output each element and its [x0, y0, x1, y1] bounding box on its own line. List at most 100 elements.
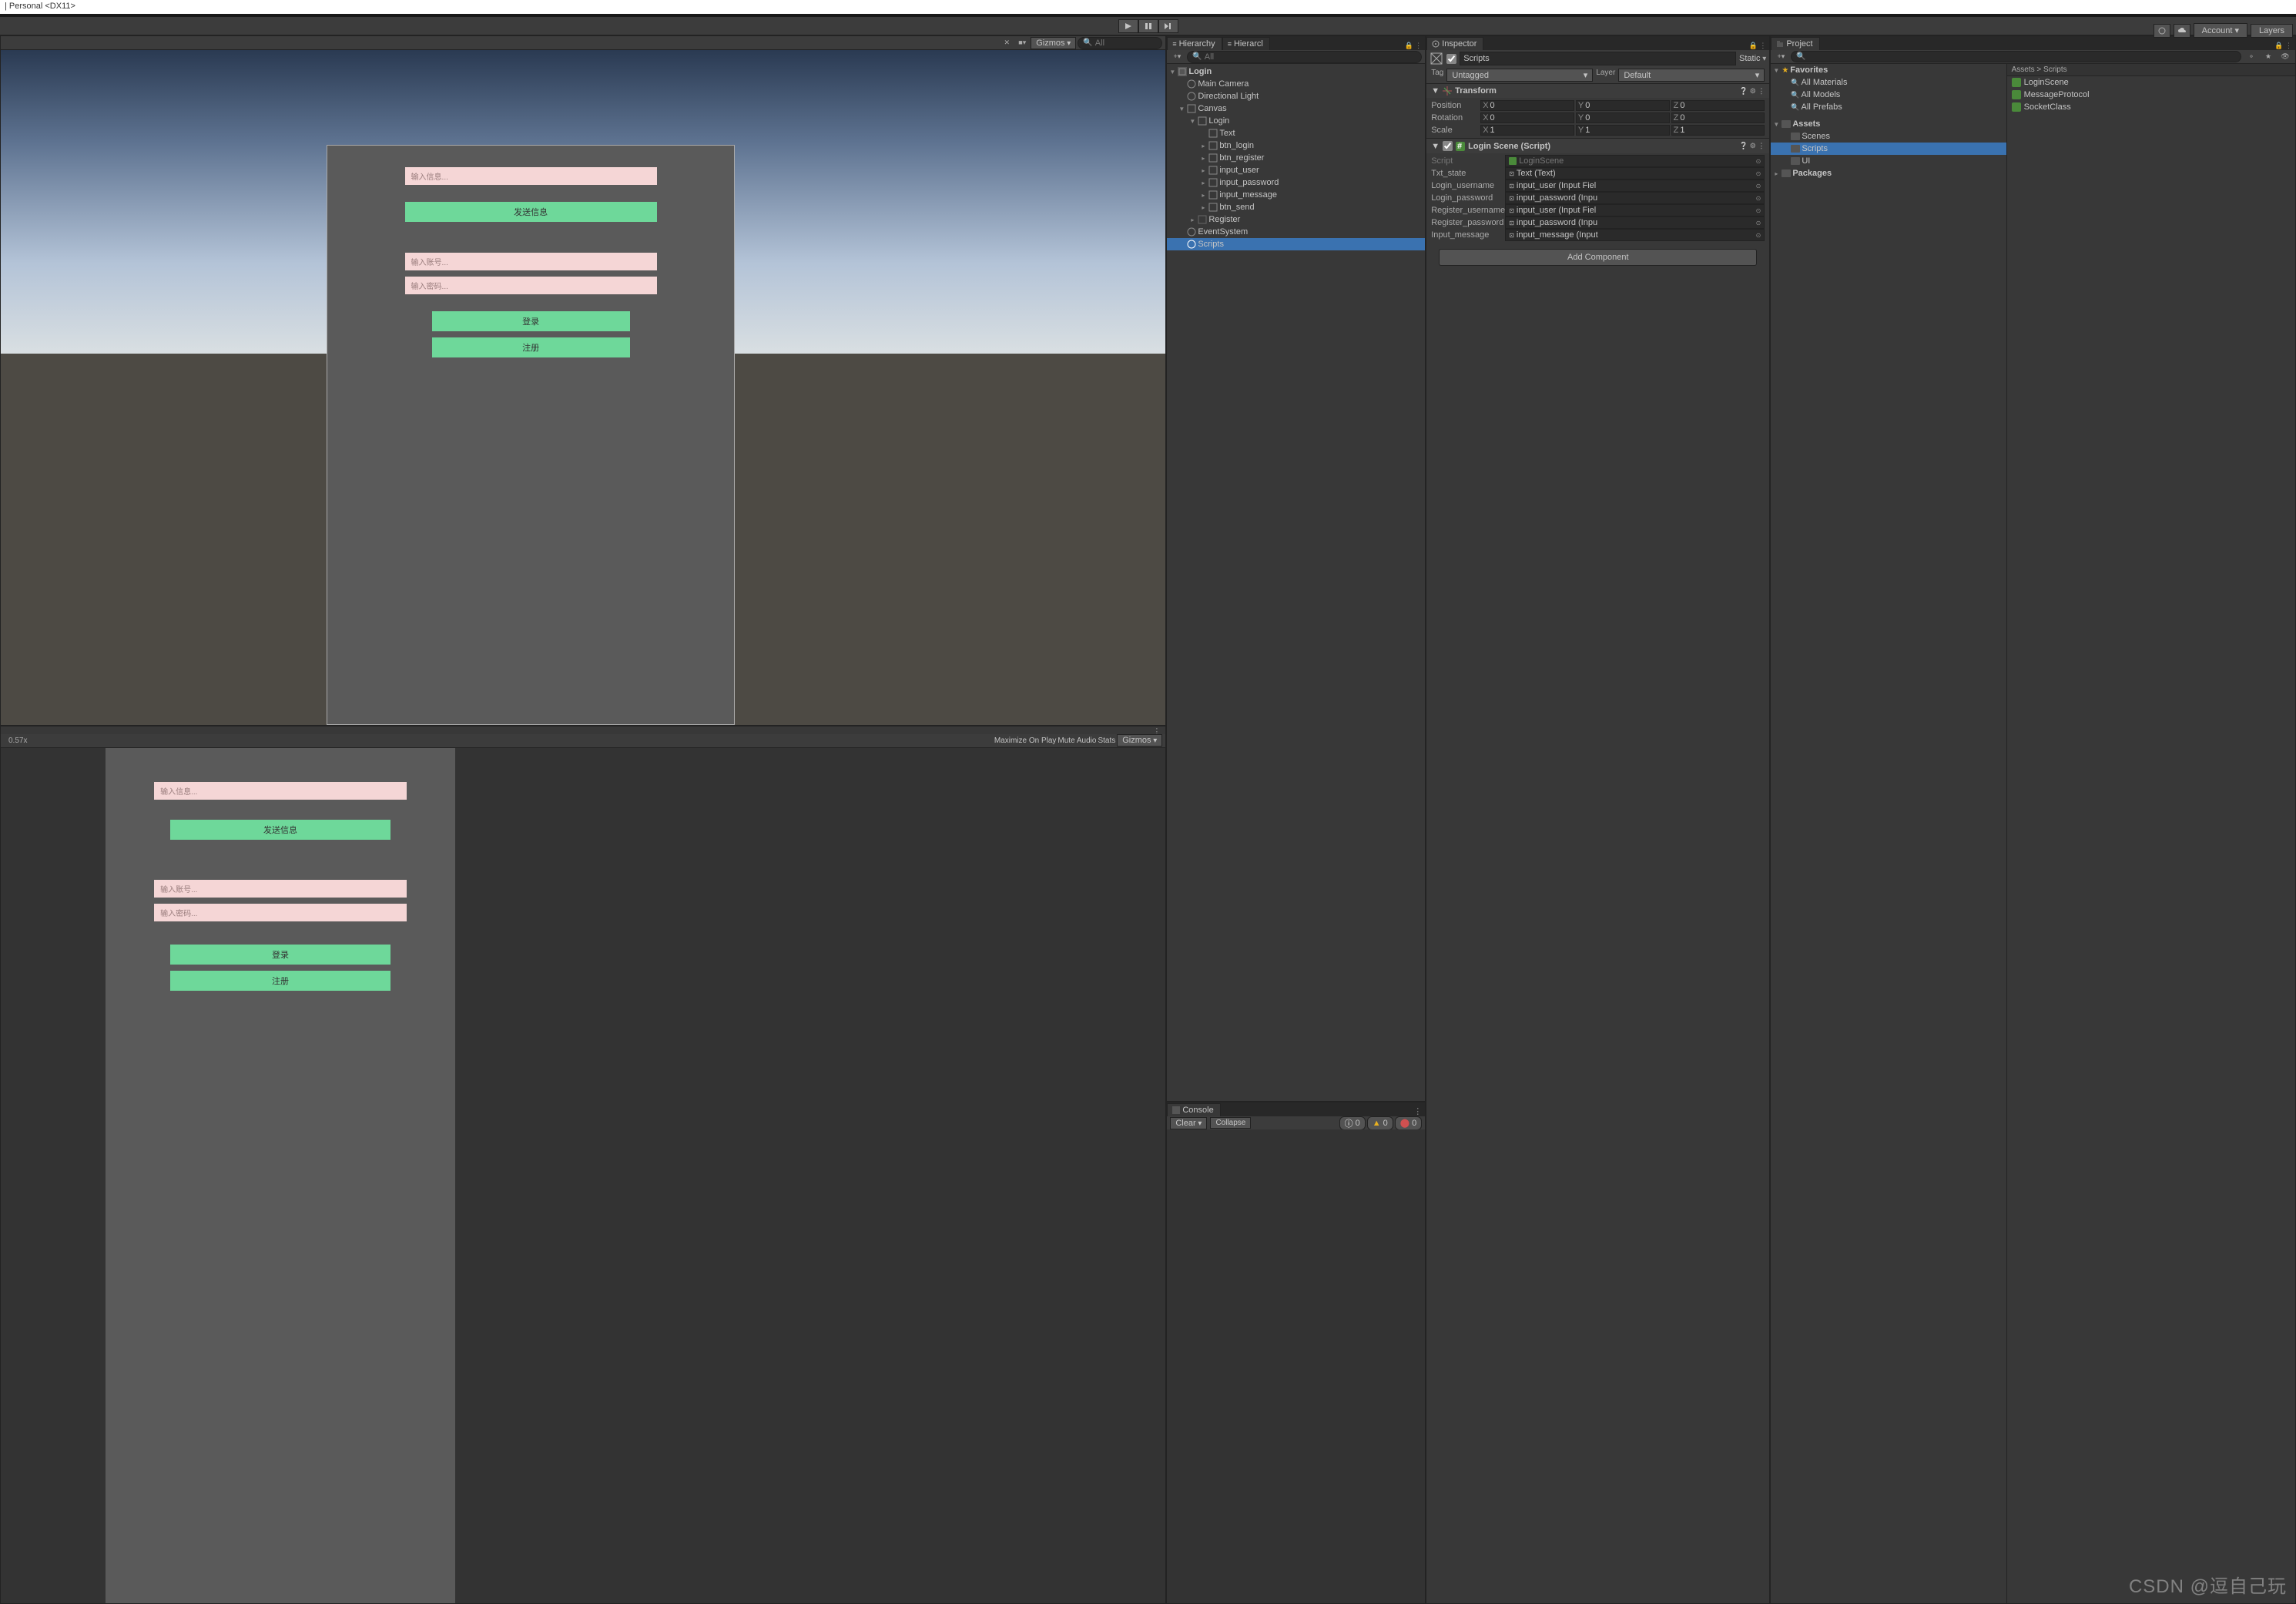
maximize-on-play-toggle[interactable]: Maximize On Play — [994, 737, 1057, 745]
favorites-folder[interactable]: ▼★Favorites — [1771, 64, 2006, 76]
mute-audio-toggle[interactable]: Mute Audio — [1058, 737, 1096, 745]
hierarchy-item[interactable]: Text — [1167, 127, 1425, 139]
hierarchy-item[interactable]: ▸input_user — [1167, 164, 1425, 176]
hierarchy-tree[interactable]: ▼Login Main Camera Directional Light ▼Ca… — [1167, 64, 1425, 1101]
game-gizmos-dropdown[interactable]: Gizmos ▾ — [1117, 734, 1162, 747]
inspector-tab[interactable]: Inspector — [1426, 37, 1483, 50]
assets-folder[interactable]: ▼Assets — [1771, 118, 2006, 130]
rot-z-field[interactable]: Z0 — [1671, 112, 1765, 123]
script-enabled-checkbox[interactable] — [1443, 141, 1453, 151]
inspector-lock-icon[interactable]: 🔒 ⋮ — [1746, 42, 1770, 50]
transform-header[interactable]: ▼Transform❔ ⚙ ⋮ — [1426, 84, 1769, 98]
fx-icon[interactable]: ✕ — [1000, 38, 1014, 49]
camera-icon[interactable]: ■▾ — [1015, 38, 1029, 49]
console-tab[interactable]: Console — [1167, 1103, 1220, 1116]
game-input-user[interactable]: 输入账号... — [154, 880, 407, 898]
console-warn-count[interactable]: ▲0 — [1367, 1116, 1393, 1130]
hierarchy-item[interactable]: ▸btn_register — [1167, 152, 1425, 164]
scene-search[interactable]: 🔍 All — [1078, 37, 1162, 49]
create-dropdown[interactable]: +▾ — [1170, 52, 1184, 62]
object-field[interactable]: ⊡input_user (Input Fiel⊙ — [1505, 204, 1765, 216]
hierarchy-item[interactable]: ▸input_password — [1167, 176, 1425, 189]
game-btn-register[interactable]: 注册 — [170, 971, 391, 991]
hidden-icon[interactable]: 👁 — [2278, 52, 2292, 62]
stats-toggle[interactable]: Stats — [1098, 737, 1115, 745]
panel-lock-icon[interactable]: 🔒 ⋮ — [2271, 42, 2295, 50]
game-btn-send[interactable]: 发送信息 — [170, 820, 391, 840]
project-tree-item[interactable]: UI — [1771, 155, 2006, 167]
hierarchy-item[interactable]: Directional Light — [1167, 90, 1425, 102]
rot-x-field[interactable]: X0 — [1480, 112, 1574, 123]
play-button[interactable] — [1118, 19, 1138, 33]
project-tree-item[interactable]: 🔍All Prefabs — [1771, 101, 2006, 113]
game-view[interactable]: 输入信息... 发送信息 输入账号... 输入密码... 登录 注册 — [1, 748, 1165, 1603]
console-info-count[interactable]: ⓘ0 — [1339, 1116, 1366, 1130]
project-tree-item[interactable]: 🔍All Materials — [1771, 76, 2006, 89]
cloud-icon[interactable] — [2174, 24, 2190, 38]
project-tree-item[interactable]: Scenes — [1771, 130, 2006, 143]
collab-icon[interactable] — [2154, 24, 2170, 38]
panel-menu-icon[interactable]: ⋮ — [1, 726, 1165, 734]
favorite-icon[interactable]: ★ — [2261, 52, 2275, 62]
project-tree[interactable]: ▼★Favorites 🔍All Materials 🔍All Models 🔍… — [1771, 64, 2006, 1603]
hierarchy-item[interactable]: ▸btn_send — [1167, 201, 1425, 213]
object-field[interactable]: ⊡input_password (Inpu⊙ — [1505, 192, 1765, 204]
hierarchy-search[interactable]: 🔍 All — [1187, 51, 1422, 63]
layers-dropdown[interactable]: Layers — [2251, 24, 2293, 38]
gizmos-dropdown[interactable]: Gizmos ▾ — [1031, 37, 1076, 49]
project-tab[interactable]: Project — [1771, 37, 1819, 50]
hierarchy-item[interactable]: EventSystem — [1167, 226, 1425, 238]
game-input-pwd[interactable]: 输入密码... — [154, 904, 407, 921]
project-search[interactable]: 🔍 — [1791, 51, 2241, 62]
pos-z-field[interactable]: Z0 — [1671, 100, 1765, 111]
panel-lock-icon[interactable]: 🔒 ⋮ — [1401, 42, 1425, 50]
hierarchy-item[interactable]: ▸input_message — [1167, 189, 1425, 201]
game-btn-login[interactable]: 登录 — [170, 945, 391, 965]
step-button[interactable] — [1158, 19, 1178, 33]
project-tree-item-selected[interactable]: Scripts — [1771, 143, 2006, 155]
console-err-count[interactable]: ⬤0 — [1395, 1116, 1422, 1130]
static-dropdown[interactable]: Static ▾ — [1739, 54, 1766, 63]
object-field[interactable]: ⊡Text (Text)⊙ — [1505, 167, 1765, 180]
script-component-header[interactable]: ▼#Login Scene (Script)❔ ⚙ ⋮ — [1426, 139, 1769, 153]
pause-button[interactable] — [1138, 19, 1158, 33]
object-field[interactable]: ⊡input_user (Input Fiel⊙ — [1505, 180, 1765, 192]
active-checkbox[interactable] — [1446, 54, 1456, 64]
project-file[interactable]: MessageProtocol — [2007, 89, 2295, 101]
hierarchy-item[interactable]: ▸btn_login — [1167, 139, 1425, 152]
project-file[interactable]: SocketClass — [2007, 101, 2295, 113]
hierarchy-tab-2[interactable]: ≡Hierarcl — [1222, 37, 1270, 50]
hierarchy-item[interactable]: Main Camera — [1167, 78, 1425, 90]
project-breadcrumb[interactable]: Assets > Scripts — [2007, 64, 2295, 76]
layer-dropdown[interactable]: Default▾ — [1618, 69, 1765, 82]
object-field[interactable]: ⊡input_message (Input⊙ — [1505, 229, 1765, 241]
hierarchy-tab[interactable]: ≡Hierarchy — [1167, 37, 1222, 50]
hierarchy-item[interactable]: ▼Canvas — [1167, 102, 1425, 115]
project-content[interactable]: Assets > Scripts LoginScene MessageProto… — [2007, 64, 2295, 1603]
console-collapse-toggle[interactable]: Collapse — [1210, 1117, 1251, 1129]
panel-menu-icon[interactable]: ⋮ — [1410, 1106, 1425, 1116]
console-clear-button[interactable]: Clear ▾ — [1170, 1117, 1207, 1129]
hierarchy-item-selected[interactable]: Scripts — [1167, 238, 1425, 250]
object-field[interactable]: LoginScene⊙ — [1505, 155, 1765, 167]
hierarchy-item[interactable]: ▸Register — [1167, 213, 1425, 226]
project-tree-item[interactable]: 🔍All Models — [1771, 89, 2006, 101]
gameobject-name-field[interactable]: Scripts — [1460, 52, 1736, 65]
pos-x-field[interactable]: X0 — [1480, 100, 1574, 111]
tag-dropdown[interactable]: Untagged▾ — [1446, 69, 1593, 82]
account-dropdown[interactable]: Account ▾ — [2194, 23, 2247, 38]
game-input-info[interactable]: 输入信息... — [154, 782, 407, 800]
scale-x-field[interactable]: X1 — [1480, 125, 1574, 136]
scene-root[interactable]: ▼Login — [1167, 65, 1425, 78]
rot-y-field[interactable]: Y0 — [1576, 112, 1670, 123]
filter-icon[interactable]: ⚬ — [2244, 52, 2258, 62]
packages-folder[interactable]: ▸Packages — [1771, 167, 2006, 180]
object-field[interactable]: ⊡input_password (Inpu⊙ — [1505, 216, 1765, 229]
scale-z-field[interactable]: Z1 — [1671, 125, 1765, 136]
scene-view[interactable]: 输入信息... 发送信息 输入账号... 输入密码... 登录 注册 — [1, 50, 1165, 725]
scale-y-field[interactable]: Y1 — [1576, 125, 1670, 136]
console-body[interactable] — [1167, 1129, 1425, 1603]
project-create-dropdown[interactable]: +▾ — [1774, 52, 1788, 62]
project-file[interactable]: LoginScene — [2007, 76, 2295, 89]
add-component-button[interactable]: Add Component — [1439, 249, 1757, 266]
